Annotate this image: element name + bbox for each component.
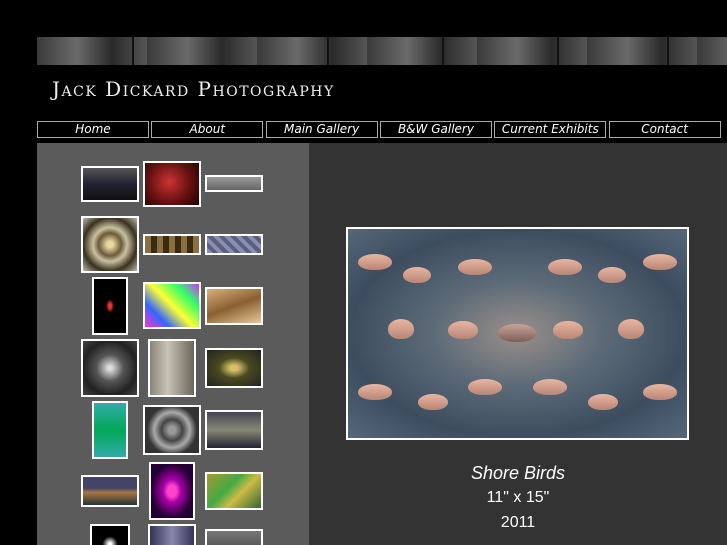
gallery-thumbnail[interactable] xyxy=(92,401,128,459)
gallery-thumbnail[interactable] xyxy=(143,161,201,207)
nav-home[interactable]: Home xyxy=(37,121,149,138)
gallery-thumbnail[interactable] xyxy=(143,282,201,329)
site-title: Jack Dickard Photography xyxy=(52,77,335,101)
thumbnail-gallery xyxy=(37,143,309,545)
gallery-thumbnail[interactable] xyxy=(205,472,263,510)
gallery-thumbnail[interactable] xyxy=(81,166,139,202)
gallery-thumbnail[interactable] xyxy=(205,234,263,255)
photo-year: 2011 xyxy=(500,514,536,531)
gallery-thumbnail[interactable] xyxy=(81,216,139,273)
gallery-thumbnail[interactable] xyxy=(205,410,263,450)
gallery-thumbnail[interactable] xyxy=(205,175,263,192)
gallery-thumbnail[interactable] xyxy=(205,348,263,388)
gallery-thumbnail[interactable] xyxy=(81,475,139,507)
gallery-thumbnail[interactable] xyxy=(90,524,130,545)
gallery-thumbnail[interactable] xyxy=(149,462,195,520)
nav-current-exhibits[interactable]: Current Exhibits xyxy=(494,121,607,138)
featured-area: Shore Birds 11" x 15" 2011 xyxy=(309,143,727,545)
nav-about[interactable]: About xyxy=(151,121,264,138)
photo-title: Shore Birds xyxy=(470,463,566,483)
nav-bw-gallery[interactable]: B&W Gallery xyxy=(379,121,492,138)
photo-size: 11" x 15" xyxy=(486,489,550,506)
gallery-thumbnail[interactable] xyxy=(205,529,263,545)
gallery-thumbnail[interactable] xyxy=(143,234,201,255)
nav-main-gallery[interactable]: Main Gallery xyxy=(265,121,378,138)
gallery-thumbnail[interactable] xyxy=(143,405,201,455)
gallery-thumbnail[interactable] xyxy=(148,339,196,397)
featured-photo[interactable] xyxy=(346,227,689,440)
nav-contact[interactable]: Contact xyxy=(608,121,721,138)
main-nav: Home About Main Gallery B&W Gallery Curr… xyxy=(37,121,723,138)
gallery-thumbnail[interactable] xyxy=(92,277,128,335)
header-banner-image xyxy=(37,37,727,65)
gallery-thumbnail[interactable] xyxy=(81,339,139,397)
gallery-thumbnail[interactable] xyxy=(148,524,196,545)
gallery-thumbnail[interactable] xyxy=(205,287,263,325)
